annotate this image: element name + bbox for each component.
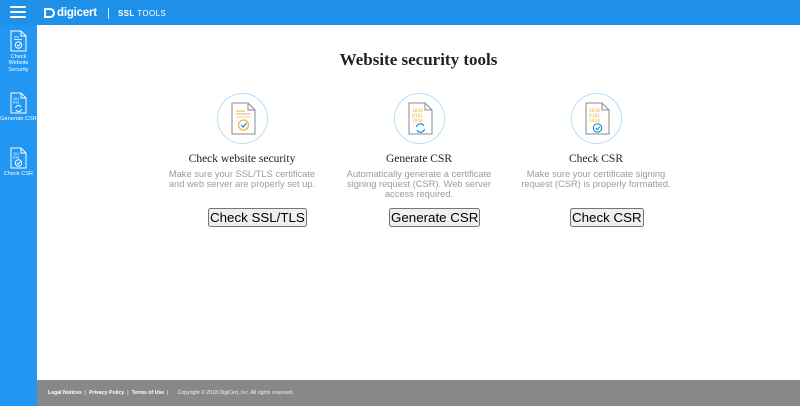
card-heading: Check website security	[188, 153, 296, 165]
sidebar-item-check-website-security[interactable]: Check Website Security	[0, 30, 37, 73]
generate-csr-button[interactable]: Generate CSR	[389, 208, 481, 227]
certificate-badge-icon	[231, 102, 255, 135]
sidebar-item-generate-csr[interactable]: 101 010 Generate CSR	[0, 92, 37, 122]
digicert-logo-icon	[44, 8, 55, 18]
csr-refresh-icon: 1010 0101 1010	[408, 102, 432, 135]
csr-check-icon: 101 010	[10, 147, 27, 169]
footer-separator: |	[127, 390, 129, 396]
sidebar-item-label: Check Website Security	[8, 54, 29, 73]
card-icon-circle: 1010 0101 1010	[570, 93, 622, 144]
top-bar: digicert SSL TOOLS	[0, 0, 800, 25]
csr-check-icon: 1010 0101 1010	[585, 102, 609, 135]
brand-divider	[107, 7, 109, 19]
sidebar-item-check-csr[interactable]: 101 010 Check CSR	[0, 147, 37, 177]
check-csr-button[interactable]: Check CSR	[570, 208, 644, 227]
app-title-bold: SSL	[117, 8, 135, 18]
svg-text:1010: 1010	[589, 118, 600, 124]
card-generate-csr: 1010 0101 1010 Generate CSR Automaticall…	[329, 93, 509, 200]
brand-name: digicert	[57, 7, 97, 19]
card-description: Make sure your SSL/TLS certificate and w…	[168, 169, 316, 190]
footer: Legal Notices | Privacy Policy | Terms o…	[37, 380, 800, 406]
privacy-policy-link[interactable]: Privacy Policy	[89, 390, 124, 396]
terms-of-use-link[interactable]: Terms of Use	[132, 390, 164, 396]
main-content: Website security tools Check website sec…	[37, 25, 800, 380]
card-check-csr: 1010 0101 1010 Check CSR Make sure your …	[506, 93, 686, 189]
legal-notices-link[interactable]: Legal Notices	[48, 390, 82, 396]
svg-text:1010: 1010	[412, 118, 423, 124]
svg-text:010: 010	[13, 101, 19, 105]
app-title-rest: TOOLS	[137, 8, 167, 18]
card-check-website-security: Check website security Make sure your SS…	[152, 93, 332, 189]
card-description: Automatically generate a certificate sig…	[346, 169, 492, 200]
sidebar-item-label: Generate CSR	[0, 116, 37, 122]
page-title: Website security tools	[339, 50, 498, 69]
card-icon-circle: 1010 0101 1010	[393, 93, 445, 144]
certificate-icon	[10, 30, 27, 52]
csr-refresh-icon: 101 010	[10, 92, 27, 114]
footer-separator: |	[167, 390, 169, 396]
sidebar-item-label: Check CSR	[3, 171, 34, 177]
card-icon-circle	[216, 93, 268, 144]
check-ssl-tls-button[interactable]: Check SSL/TLS	[208, 208, 307, 227]
card-description: Make sure your certificate signing reque…	[521, 169, 671, 190]
app-title: SSL TOOLS	[118, 9, 166, 18]
brand[interactable]: digicert SSL TOOLS	[43, 5, 166, 21]
card-heading: Check CSR	[569, 153, 623, 165]
menu-icon[interactable]	[10, 6, 26, 19]
copyright-text: Copyright © 2018 DigiCert, Inc. All righ…	[177, 390, 294, 396]
card-heading: Generate CSR	[385, 153, 453, 165]
sidebar: Check Website Security 101 010 Generate …	[0, 25, 37, 406]
svg-text:010: 010	[13, 156, 19, 160]
footer-separator: |	[84, 390, 87, 396]
